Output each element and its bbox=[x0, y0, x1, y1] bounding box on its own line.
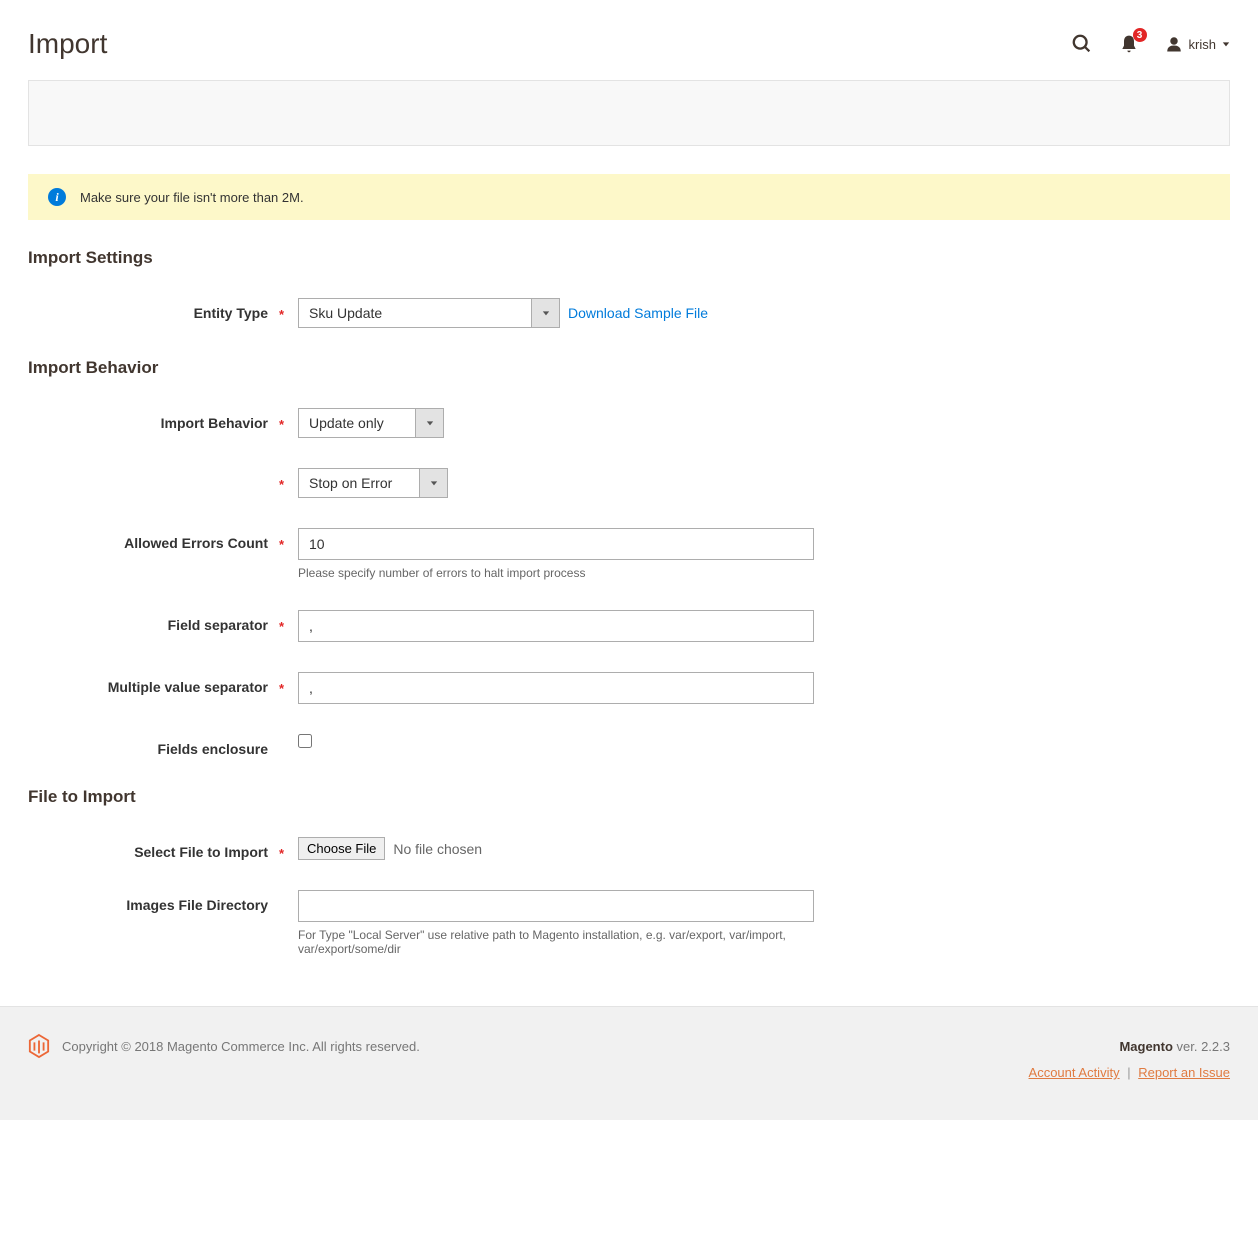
label-validation-strategy: * bbox=[28, 468, 298, 475]
required-star-icon: * bbox=[279, 619, 284, 634]
chevron-down-icon bbox=[531, 299, 559, 327]
user-name: krish bbox=[1189, 37, 1216, 52]
account-activity-link[interactable]: Account Activity bbox=[1029, 1065, 1120, 1080]
page-footer: Copyright © 2018 Magento Commerce Inc. A… bbox=[0, 1006, 1258, 1120]
notifications-button[interactable]: 3 bbox=[1119, 34, 1139, 54]
copyright-text: Copyright © 2018 Magento Commerce Inc. A… bbox=[62, 1039, 420, 1054]
page-header: Import 3 krish bbox=[28, 0, 1230, 80]
field-separator-input[interactable] bbox=[298, 610, 814, 642]
chevron-down-icon bbox=[419, 469, 447, 497]
section-title-import-behavior: Import Behavior bbox=[28, 358, 1230, 378]
label-multi-separator: Multiple value separator * bbox=[28, 672, 298, 695]
entity-type-select[interactable]: Sku Update bbox=[298, 298, 560, 328]
section-import-settings: Import Settings Entity Type * Sku Update… bbox=[28, 248, 1230, 328]
page-title: Import bbox=[28, 28, 107, 60]
images-dir-input[interactable] bbox=[298, 890, 814, 922]
required-star-icon: * bbox=[279, 417, 284, 432]
notification-badge: 3 bbox=[1133, 28, 1147, 42]
info-banner-text: Make sure your file isn't more than 2M. bbox=[80, 190, 304, 205]
required-star-icon: * bbox=[279, 846, 284, 861]
search-button[interactable] bbox=[1071, 33, 1093, 55]
info-banner: i Make sure your file isn't more than 2M… bbox=[28, 174, 1230, 220]
hint-allowed-errors: Please specify number of errors to halt … bbox=[298, 566, 814, 580]
label-allowed-errors: Allowed Errors Count * bbox=[28, 528, 298, 551]
label-import-behavior: Import Behavior * bbox=[28, 408, 298, 431]
choose-file-button[interactable]: Choose File bbox=[298, 837, 385, 860]
fields-enclosure-checkbox[interactable] bbox=[298, 734, 312, 748]
required-star-icon: * bbox=[279, 537, 284, 552]
caret-down-icon bbox=[1222, 40, 1230, 48]
multi-separator-input[interactable] bbox=[298, 672, 814, 704]
divider: | bbox=[1127, 1065, 1130, 1080]
section-title-file-import: File to Import bbox=[28, 787, 1230, 807]
validation-strategy-select[interactable]: Stop on Error bbox=[298, 468, 448, 498]
info-icon: i bbox=[48, 188, 66, 206]
chevron-down-icon bbox=[415, 409, 443, 437]
label-field-separator: Field separator * bbox=[28, 610, 298, 633]
section-file-import: File to Import Select File to Import * C… bbox=[28, 787, 1230, 956]
label-fields-enclosure: Fields enclosure bbox=[28, 734, 298, 757]
allowed-errors-input[interactable] bbox=[298, 528, 814, 560]
section-import-behavior: Import Behavior Import Behavior * Update… bbox=[28, 358, 1230, 757]
version-text: ver. 2.2.3 bbox=[1177, 1039, 1230, 1054]
required-star-icon: * bbox=[279, 307, 284, 322]
required-star-icon: * bbox=[279, 477, 284, 492]
user-menu[interactable]: krish bbox=[1165, 35, 1230, 53]
required-star-icon: * bbox=[279, 681, 284, 696]
label-entity-type: Entity Type * bbox=[28, 298, 298, 321]
label-select-file: Select File to Import * bbox=[28, 837, 298, 860]
import-behavior-select[interactable]: Update only bbox=[298, 408, 444, 438]
section-title-import-settings: Import Settings bbox=[28, 248, 1230, 268]
header-actions: 3 krish bbox=[1071, 33, 1230, 55]
magento-logo-icon bbox=[28, 1033, 50, 1059]
search-icon bbox=[1071, 33, 1093, 55]
user-icon bbox=[1165, 35, 1183, 53]
label-images-dir: Images File Directory bbox=[28, 890, 298, 913]
toolbar-area bbox=[28, 80, 1230, 146]
download-sample-link[interactable]: Download Sample File bbox=[568, 305, 708, 321]
report-issue-link[interactable]: Report an Issue bbox=[1138, 1065, 1230, 1080]
brand-name: Magento bbox=[1119, 1039, 1172, 1054]
hint-images-dir: For Type "Local Server" use relative pat… bbox=[298, 928, 814, 956]
file-status-text: No file chosen bbox=[393, 841, 482, 857]
